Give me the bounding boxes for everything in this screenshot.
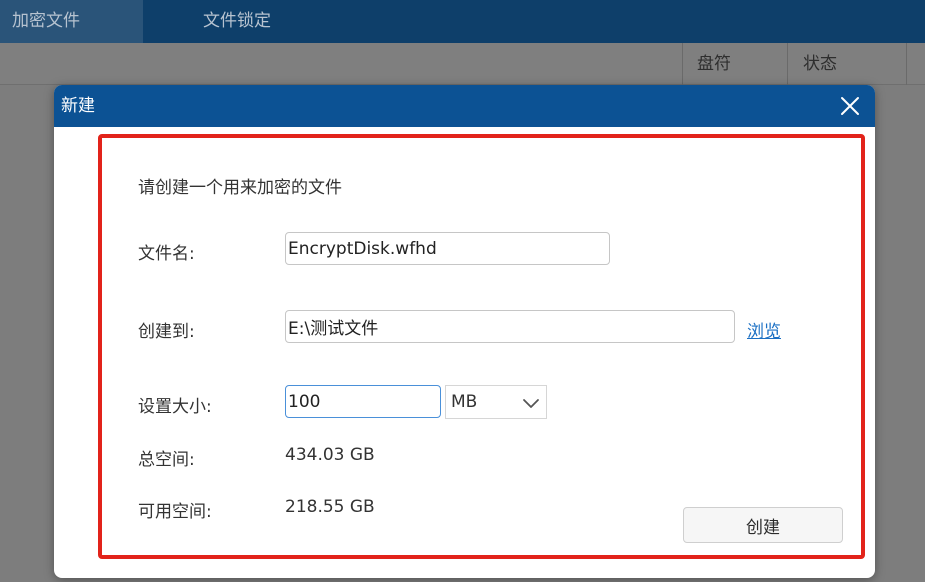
tab-encrypted-files[interactable]: 加密文件 [0,0,143,43]
file-name-label: 文件名: [138,244,195,264]
size-unit-value: MB [451,392,478,412]
dialog-title: 新建 [61,96,95,116]
new-file-dialog: 新建 请创建一个用来加密的文件 文件名: 创建到: 浏览 设置大小: MB 总空… [54,85,875,578]
dialog-title-bar: 新建 [54,85,875,127]
browse-link[interactable]: 浏览 [747,317,781,342]
chevron-down-icon [523,399,539,408]
destination-input[interactable] [285,310,735,343]
dialog-intro-text: 请创建一个用来加密的文件 [138,178,342,198]
close-button[interactable] [835,91,865,121]
create-button[interactable]: 创建 [683,507,843,543]
destination-label: 创建到: [138,322,195,342]
file-name-input[interactable] [285,232,610,265]
size-input[interactable] [285,385,441,418]
size-unit-select[interactable]: MB [445,385,547,419]
close-icon [841,97,859,115]
available-space-label: 可用空间: [138,502,212,522]
available-space-value: 218.55 GB [285,497,375,517]
tab-file-lock[interactable]: 文件锁定 [203,0,271,43]
column-header-drive[interactable]: 盘符 [682,43,787,85]
size-label: 设置大小: [138,397,212,417]
column-header-status[interactable]: 状态 [787,43,907,85]
total-space-value: 434.03 GB [285,445,375,465]
total-space-label: 总空间: [138,450,195,470]
